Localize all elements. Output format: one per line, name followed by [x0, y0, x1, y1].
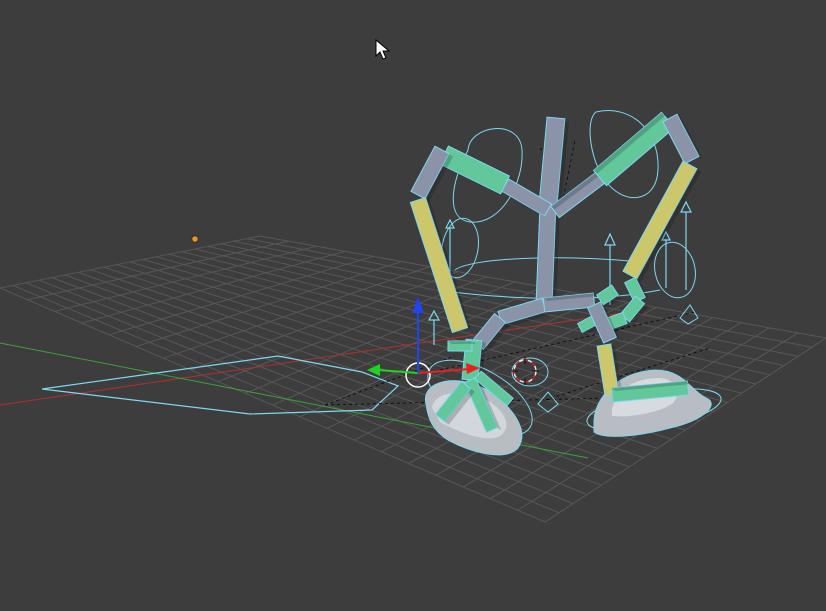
3d-viewport[interactable] [0, 0, 826, 611]
3d-cursor-icon[interactable] [511, 357, 539, 385]
bone-side-face [448, 341, 476, 344]
gizmo-y-axis[interactable] [377, 369, 419, 374]
floor-grid [0, 235, 826, 523]
lamp-object-icon[interactable] [191, 235, 199, 243]
bone[interactable] [592, 111, 676, 187]
arrow-cursor-icon [375, 38, 391, 60]
root-control-shape[interactable] [41, 355, 400, 415]
armature-bones[interactable] [409, 111, 704, 336]
